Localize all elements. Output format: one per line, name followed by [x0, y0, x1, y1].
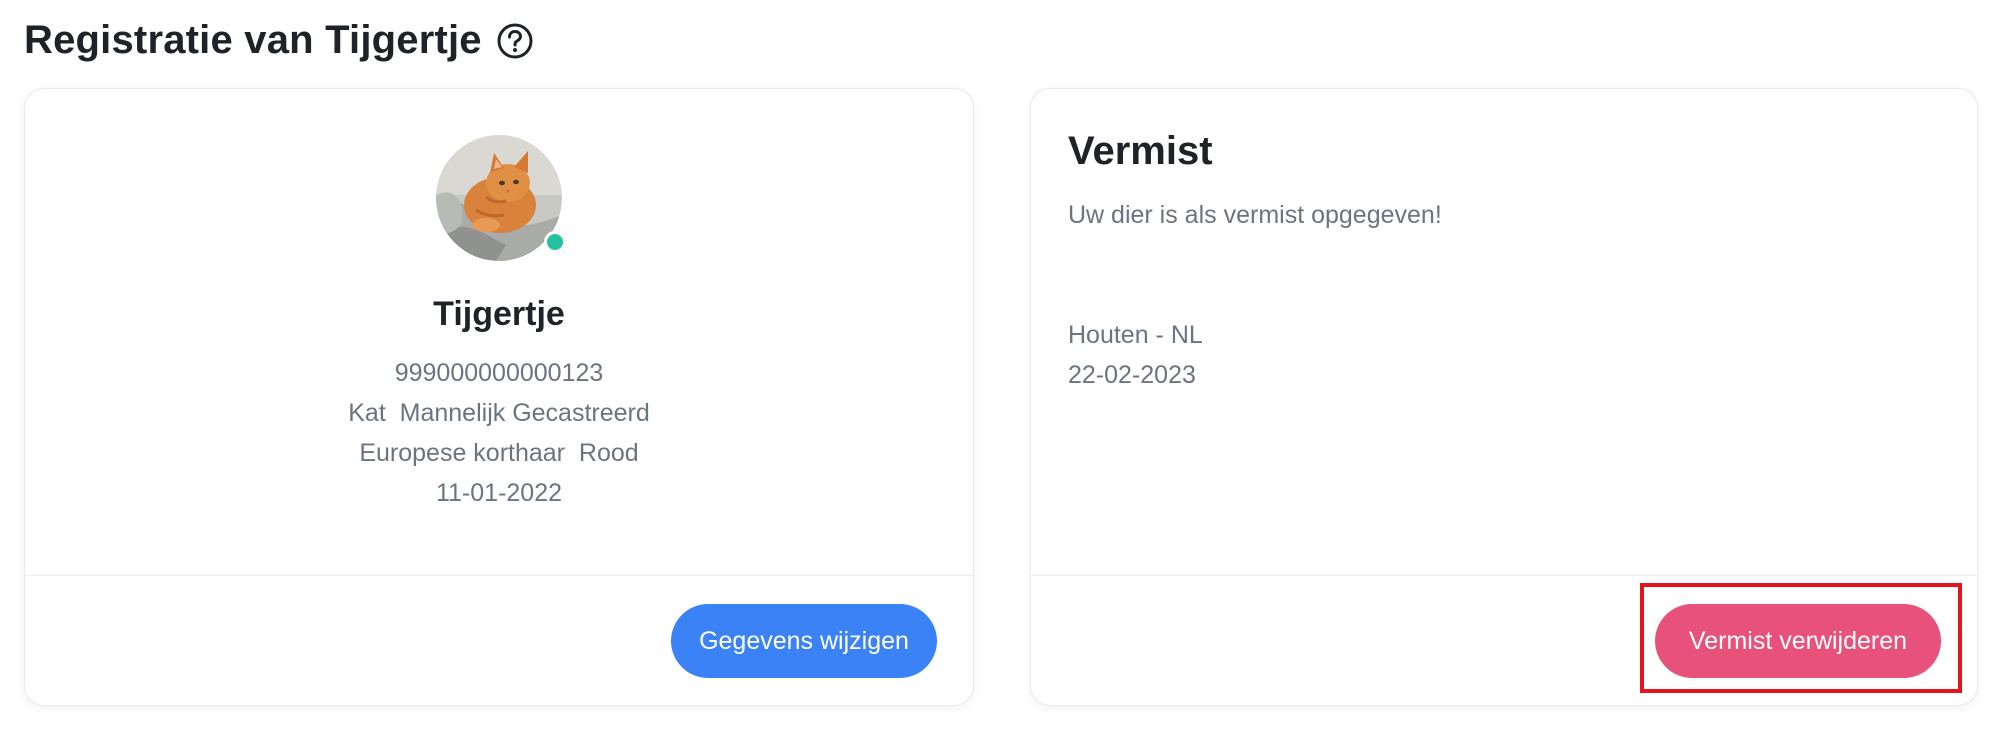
- lost-description: Uw dier is als vermist opgegeven!: [1068, 201, 1442, 229]
- pet-name: Tijgertje: [433, 295, 565, 333]
- edit-details-button[interactable]: Gegevens wijzigen: [671, 604, 937, 678]
- highlight-box: [1640, 583, 1962, 693]
- lost-title: Vermist: [1068, 129, 1213, 173]
- page-title: Registratie van Tijgertje: [24, 18, 482, 62]
- species-gender: Kat Mannelijk Gecastreerd: [348, 399, 650, 427]
- pet-info: 999000000000123 Kat Mannelijk Gecastreer…: [25, 353, 973, 513]
- pet-avatar-wrap: [436, 135, 566, 261]
- birth-date: 11-01-2022: [435, 479, 563, 507]
- breed-color: Europese korthaar Rood: [359, 439, 639, 467]
- lost-date: 22-02-2023: [1068, 361, 1196, 389]
- chip-number: 999000000000123: [394, 359, 604, 387]
- card-divider: [25, 575, 973, 576]
- question-circle-icon[interactable]: [496, 22, 534, 60]
- status-dot: [544, 231, 566, 253]
- card-divider: [1031, 575, 1977, 576]
- lost-location: Houten - NL: [1068, 321, 1203, 349]
- page-header: Registratie van Tijgertje: [24, 18, 534, 63]
- pet-details-card: Tijgertje 999000000000123 Kat Mannelijk …: [24, 88, 974, 706]
